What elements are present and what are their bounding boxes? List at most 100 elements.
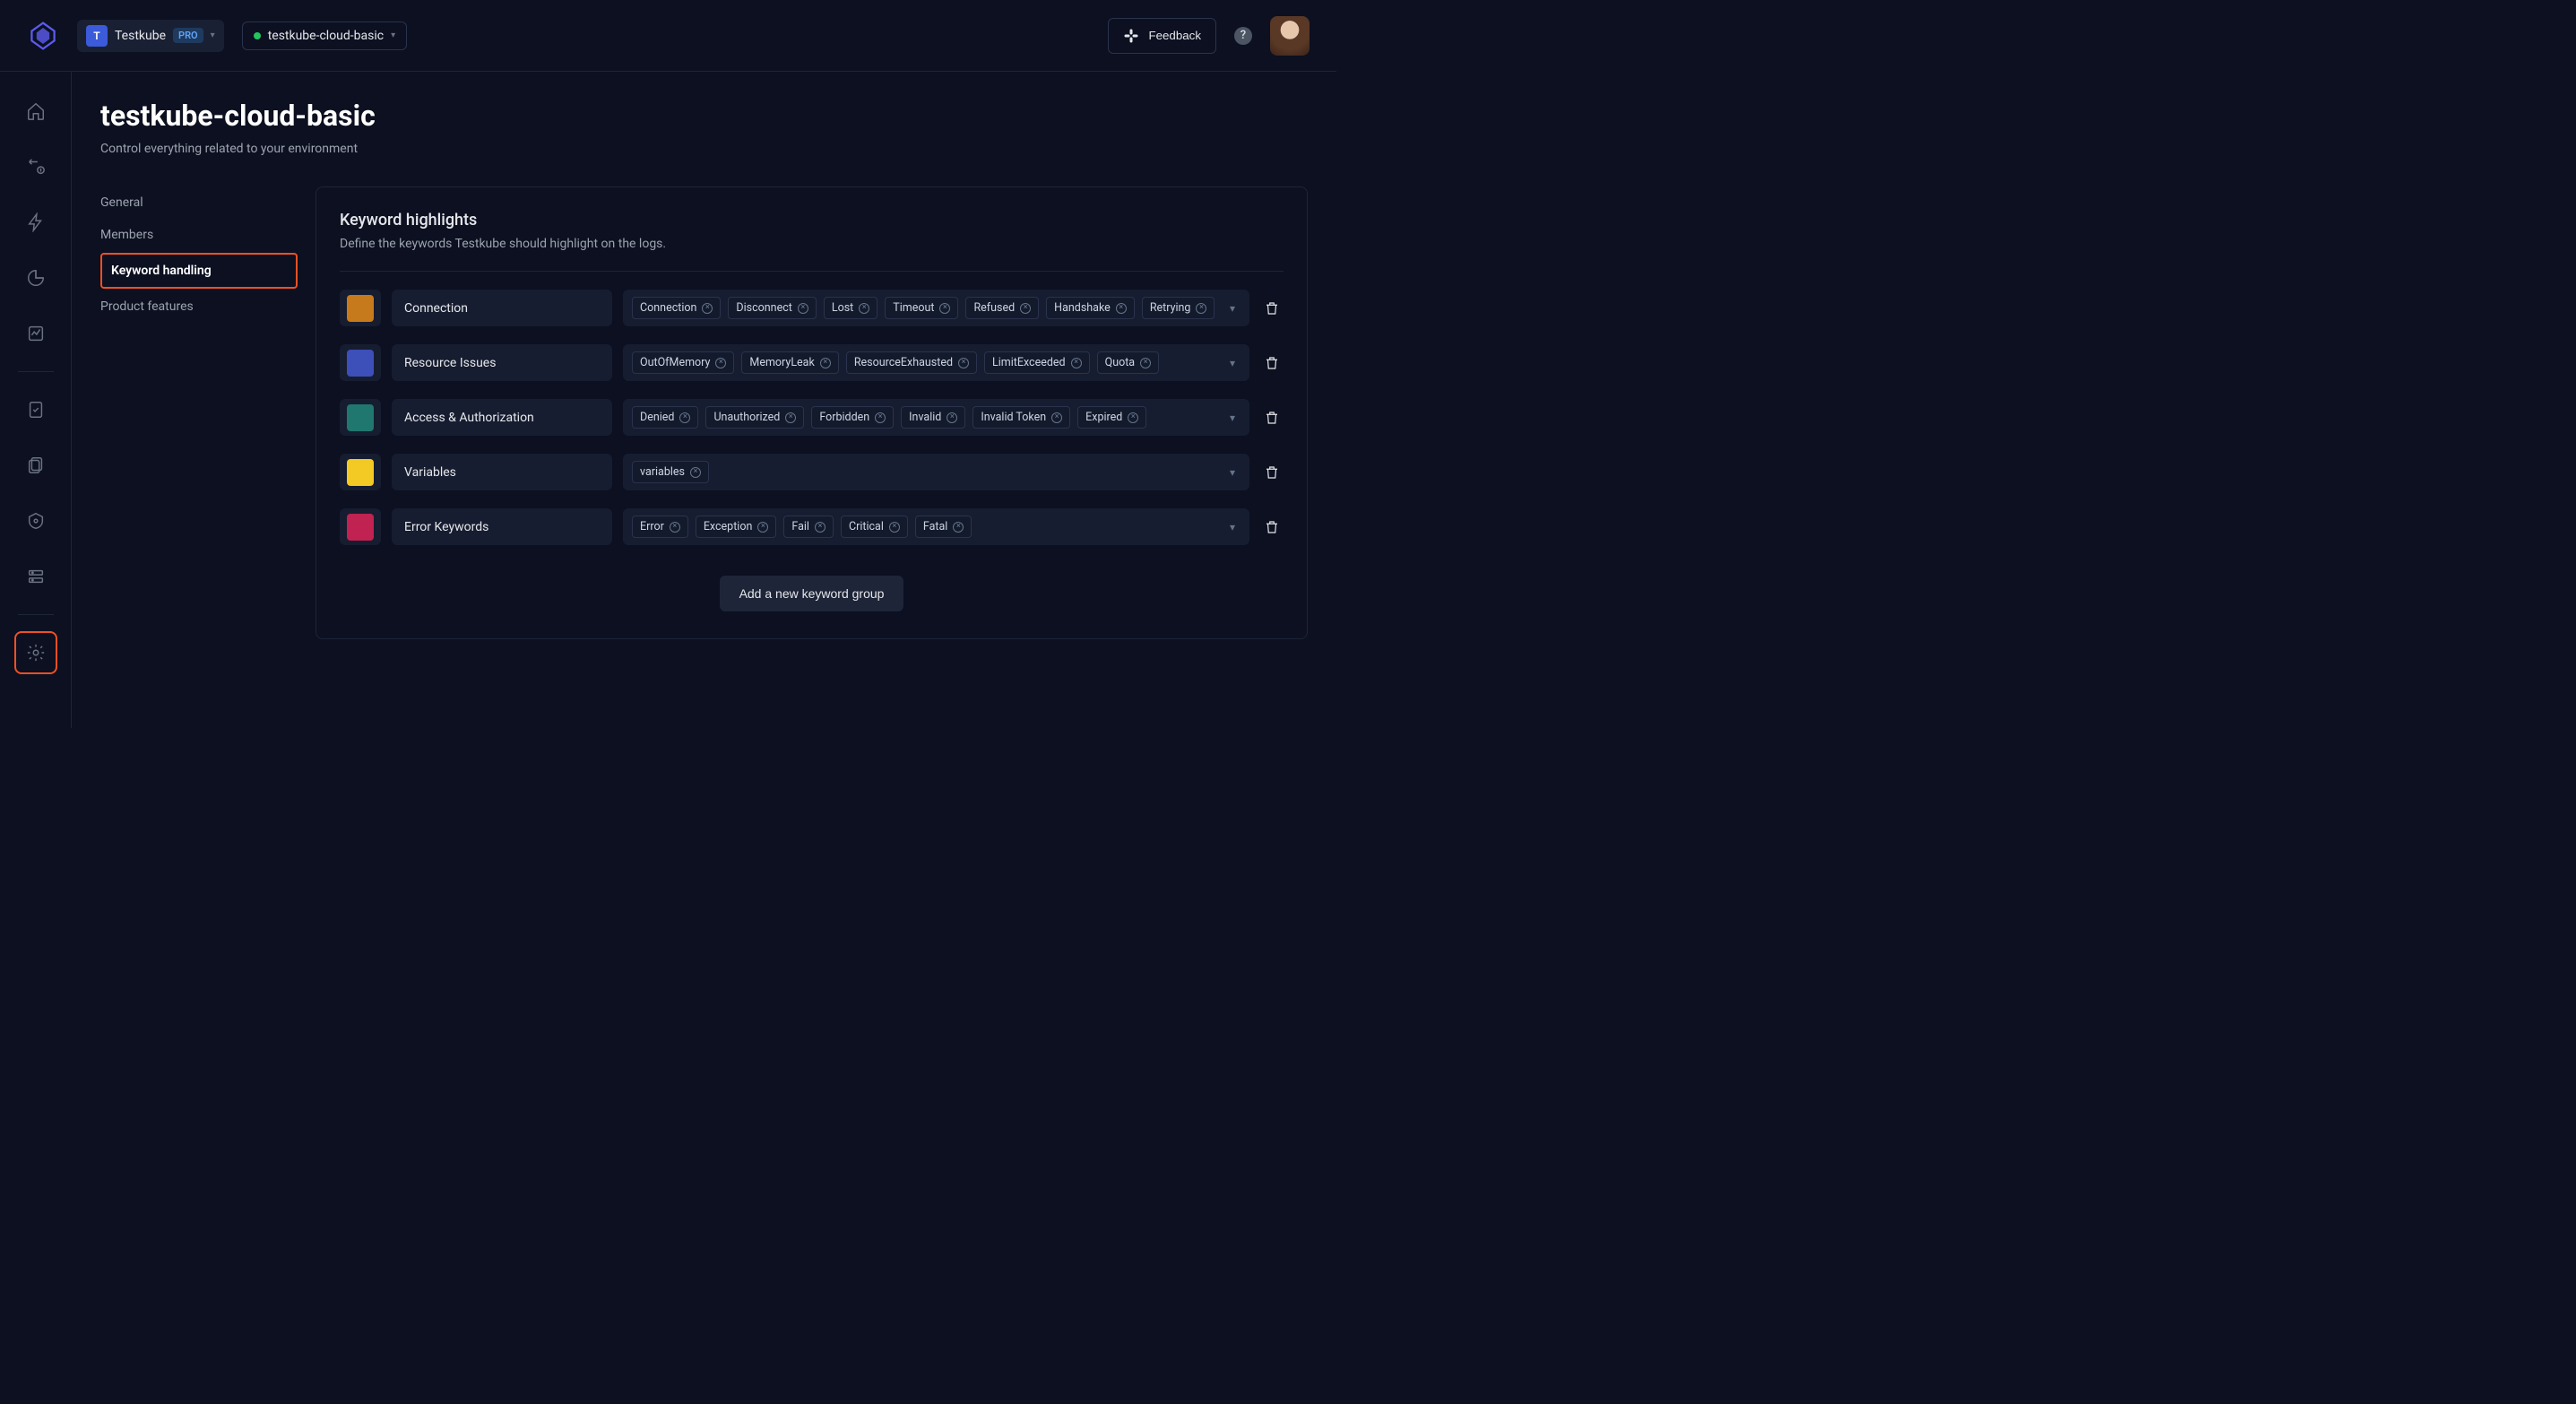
nav-testsuites-icon[interactable] <box>14 444 57 487</box>
keyword-tag-label: Forbidden <box>819 411 869 424</box>
keywords-input[interactable]: Error×Exception×Fail×Critical×Fatal×▾ <box>623 508 1249 545</box>
keywords-input[interactable]: variables×▾ <box>623 454 1249 490</box>
nav-workflows-icon[interactable] <box>14 145 57 188</box>
panel-description: Define the keywords Testkube should high… <box>340 237 1284 272</box>
remove-tag-icon[interactable]: × <box>757 522 768 533</box>
nav-triggers-icon[interactable] <box>14 201 57 244</box>
color-swatch-button[interactable] <box>340 344 381 381</box>
remove-tag-icon[interactable]: × <box>1116 303 1127 314</box>
remove-tag-icon[interactable]: × <box>1020 303 1031 314</box>
keyword-tag: Fail× <box>783 516 834 538</box>
app-logo[interactable] <box>27 20 59 52</box>
remove-tag-icon[interactable]: × <box>1140 358 1151 368</box>
group-name-input[interactable]: Variables <box>392 454 612 490</box>
delete-group-button[interactable] <box>1260 290 1284 326</box>
keyword-tag-label: Disconnect <box>736 301 791 315</box>
keyword-group-row: Variablesvariables×▾ <box>340 454 1284 490</box>
remove-tag-icon[interactable]: × <box>690 467 701 478</box>
color-swatch <box>347 459 374 486</box>
delete-group-button[interactable] <box>1260 454 1284 490</box>
keyword-tag: Timeout × <box>885 297 958 319</box>
keyword-tag-label: Timeout <box>893 301 934 315</box>
chevron-down-icon[interactable]: ▾ <box>1224 466 1240 479</box>
settings-nav-members[interactable]: Members <box>100 219 298 251</box>
remove-tag-icon[interactable]: × <box>1196 303 1206 314</box>
keyword-tag-label: ResourceExhausted <box>854 356 953 369</box>
chevron-down-icon[interactable]: ▾ <box>1224 357 1240 369</box>
delete-group-button[interactable] <box>1260 508 1284 545</box>
settings-nav-general[interactable]: General <box>100 186 298 219</box>
plan-badge: PRO <box>173 28 203 43</box>
keyword-tag-label: Retrying <box>1150 301 1191 315</box>
remove-tag-icon[interactable]: × <box>947 412 957 423</box>
nav-settings-icon[interactable] <box>14 631 57 674</box>
remove-tag-icon[interactable]: × <box>859 303 869 314</box>
feedback-label: Feedback <box>1148 29 1201 42</box>
remove-tag-icon[interactable]: × <box>798 303 808 314</box>
color-swatch-button[interactable] <box>340 454 381 490</box>
feedback-button[interactable]: Feedback <box>1108 18 1216 54</box>
remove-tag-icon[interactable]: × <box>785 412 796 423</box>
keyword-tag-label: Handshake <box>1054 301 1111 315</box>
add-keyword-group-button[interactable]: Add a new keyword group <box>720 576 904 611</box>
chevron-down-icon[interactable]: ▾ <box>1224 302 1240 315</box>
keyword-tag-label: Connection <box>640 301 696 315</box>
help-button[interactable]: ? <box>1234 27 1252 45</box>
remove-tag-icon[interactable]: × <box>939 303 950 314</box>
remove-tag-icon[interactable]: × <box>702 303 713 314</box>
group-name-input[interactable]: Access & Authorization <box>392 399 612 436</box>
keywords-input[interactable]: OutOfMemory×MemoryLeak×ResourceExhausted… <box>623 344 1249 381</box>
group-name-input[interactable]: Error Keywords <box>392 508 612 545</box>
nav-insights-icon[interactable] <box>14 312 57 355</box>
remove-tag-icon[interactable]: × <box>953 522 964 533</box>
keyword-tag-label: Critical <box>849 520 884 533</box>
remove-tag-icon[interactable]: × <box>889 522 900 533</box>
keyword-tag: Retrying × <box>1142 297 1215 319</box>
remove-tag-icon[interactable]: × <box>715 358 726 368</box>
panel-title: Keyword highlights <box>340 211 1284 230</box>
nav-webhooks-icon[interactable] <box>14 499 57 542</box>
keyword-tag: Lost× <box>824 297 877 319</box>
org-switcher[interactable]: T Testkube PRO ▾ <box>77 20 224 52</box>
keyword-tag-label: LimitExceeded <box>992 356 1066 369</box>
nav-home-icon[interactable] <box>14 90 57 133</box>
keyword-tag-label: Invalid Token <box>981 411 1046 424</box>
keyword-tag-label: Denied <box>640 411 674 424</box>
keyword-tag-label: Expired <box>1085 411 1122 424</box>
settings-nav-keyword-handling[interactable]: Keyword handling <box>100 253 298 289</box>
color-swatch-button[interactable] <box>340 290 381 326</box>
remove-tag-icon[interactable]: × <box>875 412 886 423</box>
remove-tag-icon[interactable]: × <box>820 358 831 368</box>
remove-tag-icon[interactable]: × <box>958 358 969 368</box>
nav-analytics-icon[interactable] <box>14 256 57 299</box>
color-swatch-button[interactable] <box>340 508 381 545</box>
remove-tag-icon[interactable]: × <box>1071 358 1082 368</box>
delete-group-button[interactable] <box>1260 344 1284 381</box>
group-name-input[interactable]: Resource Issues <box>392 344 612 381</box>
remove-tag-icon[interactable]: × <box>815 522 826 533</box>
keyword-tag-label: Refused <box>973 301 1015 315</box>
user-avatar[interactable] <box>1270 16 1310 56</box>
settings-nav-product-features[interactable]: Product features <box>100 290 298 323</box>
nav-sources-icon[interactable] <box>14 555 57 598</box>
chevron-down-icon: ▾ <box>391 30 395 40</box>
delete-group-button[interactable] <box>1260 399 1284 436</box>
color-swatch-button[interactable] <box>340 399 381 436</box>
keyword-tag-label: Invalid <box>909 411 941 424</box>
keyword-tag-label: OutOfMemory <box>640 356 710 369</box>
environment-switcher[interactable]: testkube-cloud-basic ▾ <box>242 22 407 50</box>
keywords-input[interactable]: Denied×Unauthorized×Forbidden×Invalid×In… <box>623 399 1249 436</box>
group-name-input[interactable]: Connection <box>392 290 612 326</box>
sidebar-separator <box>18 371 54 372</box>
color-swatch <box>347 295 374 322</box>
keywords-input[interactable]: Connection×Disconnect×Lost×Timeout×Refus… <box>623 290 1249 326</box>
nav-tests-icon[interactable] <box>14 388 57 431</box>
remove-tag-icon[interactable]: × <box>670 522 680 533</box>
remove-tag-icon[interactable]: × <box>1051 412 1062 423</box>
keyword-tag: Exception× <box>696 516 777 538</box>
chevron-down-icon[interactable]: ▾ <box>1224 521 1240 533</box>
remove-tag-icon[interactable]: × <box>1128 412 1138 423</box>
keyword-tag: Expired × <box>1077 406 1146 429</box>
chevron-down-icon[interactable]: ▾ <box>1224 412 1240 424</box>
remove-tag-icon[interactable]: × <box>679 412 690 423</box>
